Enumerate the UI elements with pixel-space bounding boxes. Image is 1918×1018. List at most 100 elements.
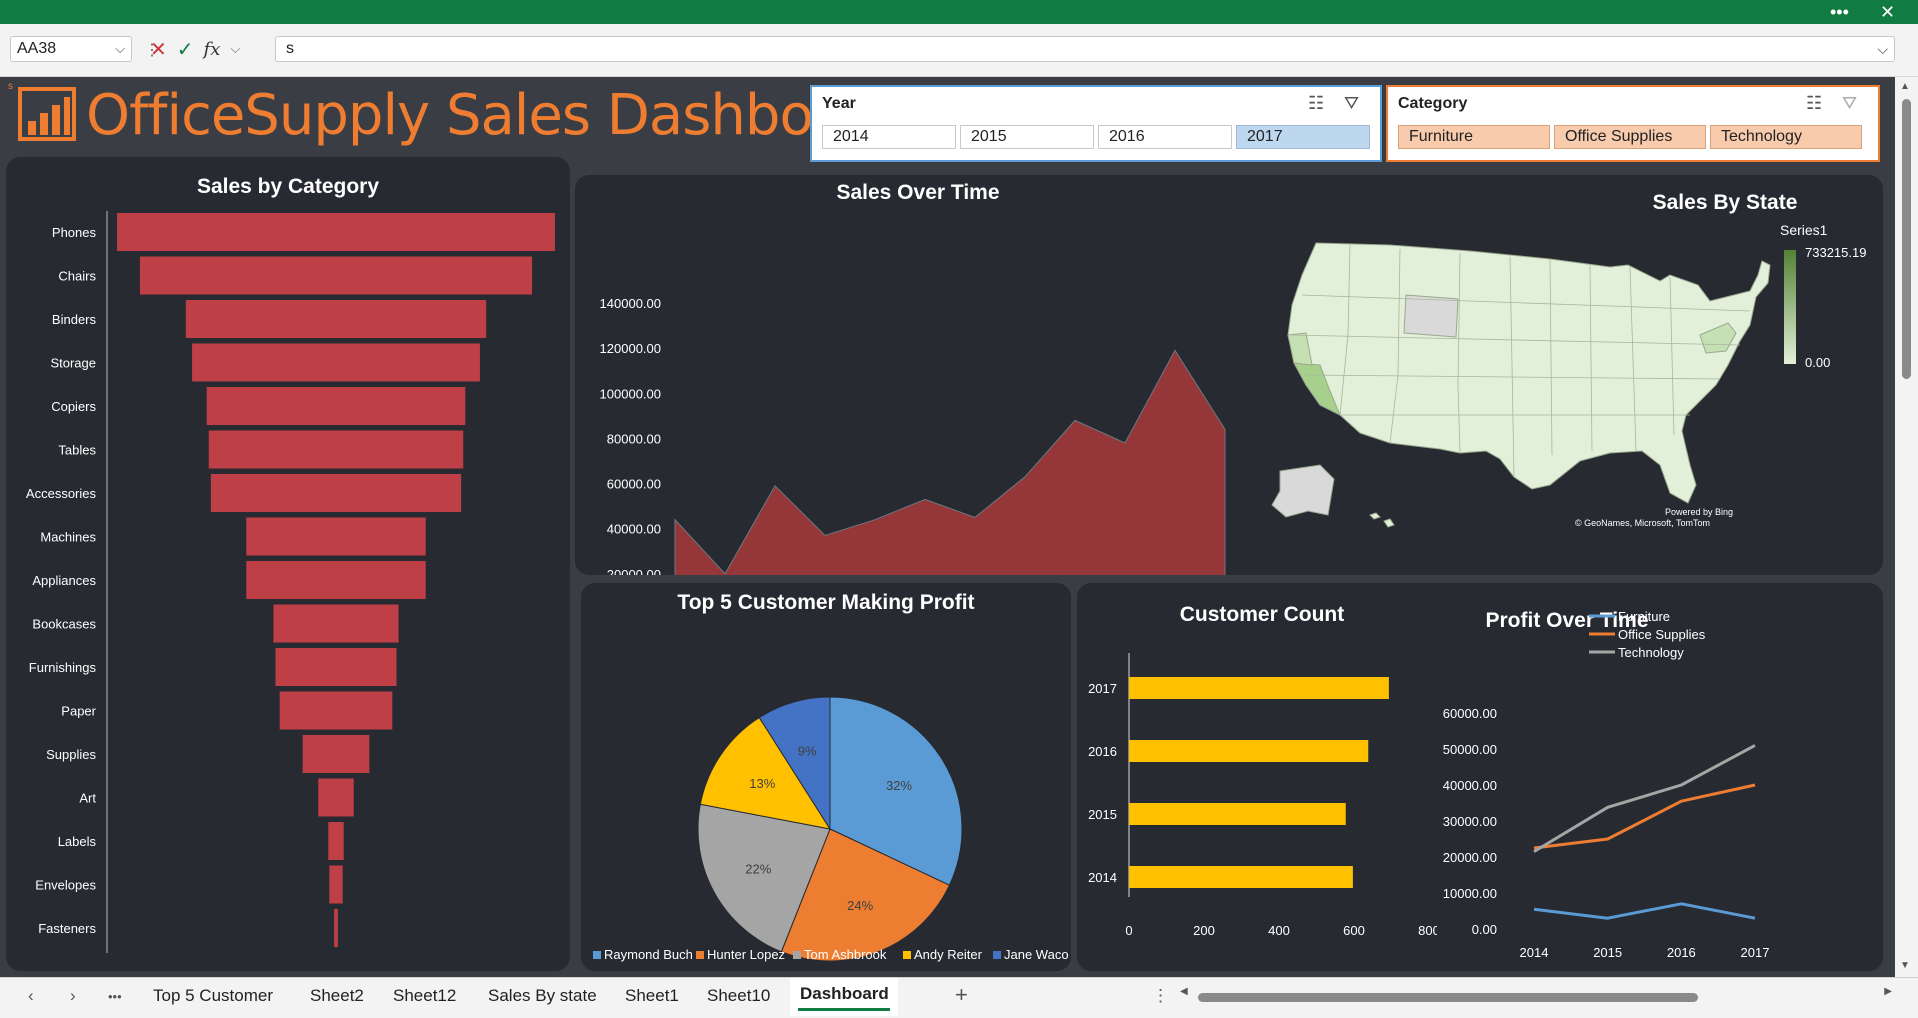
y-tick-label: 120000.00	[600, 341, 661, 356]
bar	[246, 517, 426, 556]
bar	[1129, 803, 1346, 825]
vertical-scroll-thumb[interactable]	[1902, 99, 1911, 379]
sales-over-time-chart: 0.0020000.0040000.0060000.0080000.001000…	[600, 296, 1226, 575]
map-legend-gradient	[1784, 250, 1796, 364]
y-tick-label: 60000.00	[1443, 706, 1497, 721]
year-slicer-item[interactable]: 2014	[822, 125, 956, 149]
category-slicer-header: Category	[1398, 95, 1468, 112]
y-tick-label: 40000.00	[607, 522, 661, 537]
category-slicer-item[interactable]: Technology	[1710, 125, 1862, 149]
add-sheet-button[interactable]: +	[955, 982, 968, 1008]
category-tick-label: Envelopes	[35, 878, 96, 893]
tab-sheet2[interactable]: Sheet2	[310, 986, 364, 1006]
bar-chart-logo-icon	[18, 87, 76, 141]
y-tick-label: 40000.00	[1443, 778, 1497, 793]
name-box[interactable]: AA38 ⌵	[10, 36, 132, 62]
sales-by-category-chart: Phones Chairs Binders Storage Copiers Tables A…	[26, 211, 555, 953]
bar	[275, 648, 397, 686]
formula-value: s	[286, 40, 294, 57]
bar	[318, 778, 354, 817]
sales-by-category-panel[interactable]: Sales by Category Phones Chairs Binders Sto…	[6, 157, 570, 971]
bar	[1129, 866, 1353, 888]
legend-label: Tom Ashbrook	[804, 947, 887, 962]
expand-formula-icon[interactable]: ⌵	[1877, 37, 1888, 61]
function-dropdown-icon[interactable]: ⌵	[230, 41, 240, 57]
map-credit: Powered by Bing	[1665, 507, 1733, 517]
year-slicer-item-selected[interactable]: 2017	[1236, 125, 1370, 149]
alaska-shape	[1271, 464, 1335, 518]
customer-count-chart: 2017 2016 2015 2014 0 200 400 600 800	[1088, 653, 1437, 938]
category-tick-label: Furnishings	[29, 660, 97, 675]
tab-top5-customer[interactable]: Top 5 Customer	[153, 986, 273, 1006]
profit-over-time-chart: 0.00 10000.00 20000.00 30000.00 40000.00 5000…	[1443, 609, 1770, 960]
y-tick-label: 2015	[1088, 807, 1117, 822]
close-icon[interactable]: ✕	[1880, 0, 1895, 24]
bar	[334, 909, 338, 947]
clear-filter-icon[interactable]: ⛛	[1842, 93, 1857, 114]
y-tick-label: 50000.00	[1443, 742, 1497, 757]
legend-swatch	[593, 951, 601, 959]
scroll-up-icon[interactable]: ▲	[1900, 81, 1910, 92]
customer-profit-panel[interactable]: Customer Count 2017 2016 2015 2014 0 200 400 60…	[1077, 583, 1883, 971]
category-tick-label: Accessories	[26, 486, 97, 501]
category-tick-label: Tables	[58, 443, 96, 458]
scroll-down-icon[interactable]: ▼	[1900, 960, 1910, 971]
y-tick-label: 30000.00	[1443, 814, 1497, 829]
vertical-scrollbar[interactable]: ▲ ▼	[1895, 77, 1918, 977]
top5-customers-pie-chart: 32% 24% 22% 13% 9% Raymond Buch Hunter Lopez To…	[593, 696, 1069, 962]
scroll-right-icon[interactable]: ▶	[1884, 986, 1892, 997]
active-tab-underline	[798, 1008, 890, 1011]
year-slicer-item[interactable]: 2015	[960, 125, 1094, 149]
chevron-left-icon[interactable]: ‹	[28, 986, 34, 1006]
insert-function-icon[interactable]: fx	[204, 39, 221, 60]
tab-sheet1[interactable]: Sheet1	[625, 986, 679, 1006]
more-options-icon[interactable]: •••	[1830, 0, 1849, 24]
tab-sales-by-state[interactable]: Sales By state	[488, 986, 597, 1006]
chevron-right-icon[interactable]: ›	[70, 986, 76, 1006]
legend-label: Andy Reiter	[914, 947, 983, 962]
more-sheets-icon[interactable]: •••	[108, 989, 122, 1004]
sheet-tab-bar: ‹ › ••• Top 5 Customer Sheet2 Sheet12 Sa…	[0, 977, 1918, 1018]
tab-sheet10[interactable]: Sheet10	[707, 986, 770, 1006]
bar	[185, 300, 487, 338]
tab-dashboard-active[interactable]: Dashboard	[790, 978, 898, 1016]
wyoming-shape	[1403, 294, 1459, 338]
clear-filter-icon[interactable]: ⛛	[1344, 93, 1359, 114]
y-tick-label: 20000.00	[1443, 850, 1497, 865]
multi-select-icon[interactable]: ☷	[1308, 93, 1324, 114]
bar	[1129, 677, 1389, 699]
horizontal-scroll-thumb[interactable]	[1198, 993, 1698, 1002]
scroll-left-icon[interactable]: ◀	[1180, 986, 1188, 997]
formula-input[interactable]: s ⌵	[275, 36, 1895, 62]
category-slicer-item[interactable]: Office Supplies	[1554, 125, 1706, 149]
formula-buttons: ✕ ✓ fx ⌵	[150, 36, 240, 62]
bar	[139, 256, 533, 295]
dashboard-sheet: s OfficeSupply Sales Dashboard Year ☷ ⛛ …	[0, 77, 1895, 977]
y-tick-label: 2016	[1088, 744, 1117, 759]
enter-check-icon[interactable]: ✓	[177, 37, 194, 62]
line-series	[1533, 902, 1756, 920]
cancel-icon[interactable]: ✕	[150, 37, 167, 62]
category-slicer-item[interactable]: Furniture	[1398, 125, 1550, 149]
pie-data-label: 24%	[847, 898, 873, 913]
formula-bar: AA38 ⌵ ⋮ ✕ ✓ fx ⌵ s ⌵	[0, 24, 1918, 77]
category-tick-label: Supplies	[46, 747, 96, 762]
legend-swatch	[903, 951, 911, 959]
x-tick-label: 2014	[1520, 945, 1549, 960]
horizontal-scrollbar[interactable]: ◀ ▶	[1180, 986, 1892, 1006]
category-tick-label: Copiers	[51, 399, 96, 414]
legend-swatch	[993, 951, 1001, 959]
multi-select-icon[interactable]: ☷	[1806, 93, 1822, 114]
sales-over-time-panel[interactable]: Sales Over Time 0.0020000.0040000.006000…	[575, 175, 1883, 575]
chevron-down-icon[interactable]: ⌵	[115, 37, 125, 61]
category-tick-label: Machines	[40, 530, 96, 545]
bar	[328, 822, 344, 860]
top5-customers-panel[interactable]: Top 5 Customer Making Profit 32% 24% 22% 13…	[581, 583, 1071, 971]
tab-sheet12[interactable]: Sheet12	[393, 986, 456, 1006]
y-tick-label: 2017	[1088, 681, 1117, 696]
legend-label: Hunter Lopez	[707, 947, 785, 962]
year-slicer-item[interactable]: 2016	[1098, 125, 1232, 149]
vertical-ellipsis-icon[interactable]: ⋮	[1152, 986, 1169, 1006]
us-mainland-shape	[1287, 242, 1771, 504]
x-tick-label: 400	[1268, 923, 1290, 938]
